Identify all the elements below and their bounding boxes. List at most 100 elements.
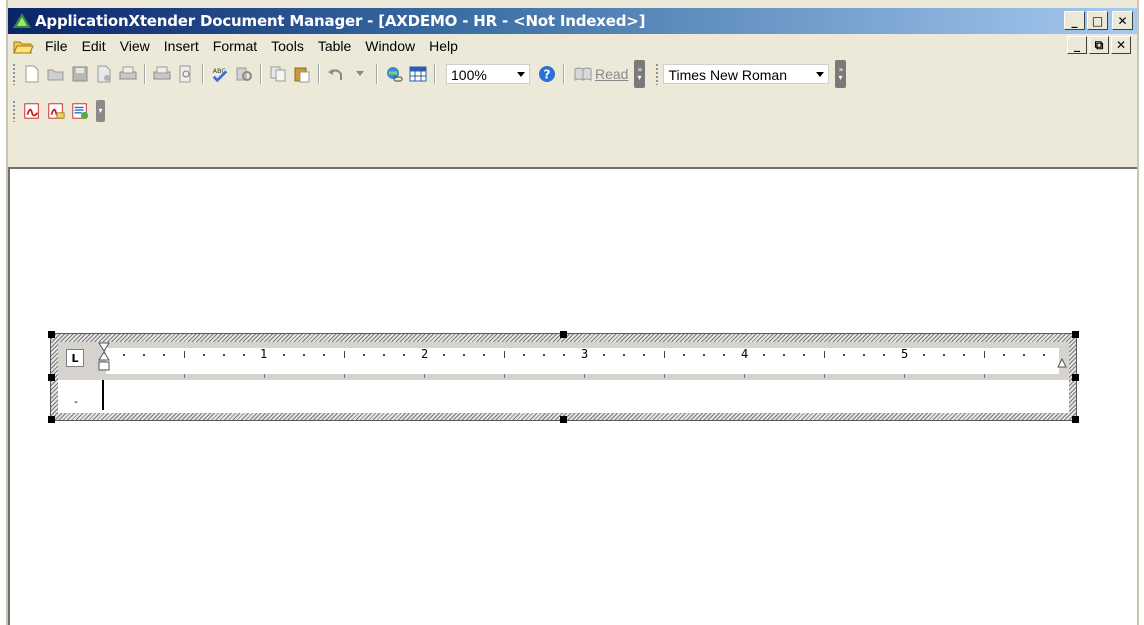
research-icon[interactable] bbox=[235, 65, 253, 83]
pdf-toolbar: ▾ bbox=[8, 95, 158, 127]
resize-handle[interactable] bbox=[560, 331, 567, 338]
ruler-half-tick bbox=[184, 351, 185, 358]
menu-format[interactable]: Format bbox=[206, 35, 264, 57]
ruler-half-tick bbox=[824, 351, 825, 358]
resize-handle[interactable] bbox=[48, 416, 55, 423]
ruler-dot bbox=[843, 354, 845, 356]
menu-tools[interactable]: Tools bbox=[264, 35, 311, 57]
undo-icon[interactable] bbox=[327, 65, 345, 83]
convert-to-pdf-email-icon[interactable] bbox=[47, 102, 65, 120]
toolbar-grip[interactable] bbox=[12, 100, 16, 122]
doc-restore-button[interactable]: ⧉ bbox=[1089, 36, 1109, 54]
indent-marker-icon[interactable] bbox=[98, 342, 110, 378]
new-document-icon[interactable] bbox=[23, 65, 41, 83]
convert-to-pdf-icon[interactable] bbox=[23, 102, 41, 120]
save-icon[interactable] bbox=[71, 65, 89, 83]
paste-icon[interactable] bbox=[293, 65, 311, 83]
ruler-half-tick bbox=[664, 351, 665, 358]
title-bar[interactable]: ApplicationXtender Document Manager - [A… bbox=[8, 8, 1137, 34]
menu-file[interactable]: File bbox=[38, 35, 75, 57]
toolbar-grip[interactable] bbox=[655, 63, 660, 85]
spelling-icon[interactable]: ABC bbox=[211, 65, 229, 83]
ruler-dot bbox=[1023, 354, 1025, 356]
resize-handle[interactable] bbox=[1072, 331, 1079, 338]
ruler-number: 3 bbox=[581, 347, 589, 361]
ruler-dot bbox=[683, 354, 685, 356]
print-icon[interactable] bbox=[153, 65, 171, 83]
permission-icon[interactable] bbox=[95, 65, 113, 83]
resize-handle[interactable] bbox=[560, 416, 567, 423]
ruler-half-tick bbox=[504, 351, 505, 358]
ruler-dot bbox=[563, 354, 565, 356]
ruler-bottom-tick bbox=[184, 374, 185, 378]
print-setup-icon[interactable] bbox=[119, 65, 137, 83]
toolbar-separator bbox=[260, 64, 262, 84]
doc-minimize-button[interactable]: _ bbox=[1067, 36, 1087, 54]
ruler-bottom-tick bbox=[584, 374, 585, 378]
toolbar-separator bbox=[318, 64, 320, 84]
menu-help[interactable]: Help bbox=[422, 35, 465, 57]
minimize-button[interactable]: _ bbox=[1064, 11, 1085, 30]
ruler-bottom-tick bbox=[264, 374, 265, 378]
menu-view[interactable]: View bbox=[113, 35, 157, 57]
ruler-dot bbox=[963, 354, 965, 356]
resize-handle[interactable] bbox=[48, 331, 55, 338]
tab-selector-button[interactable]: L bbox=[66, 349, 84, 367]
resize-handle[interactable] bbox=[1072, 416, 1079, 423]
resize-handle[interactable] bbox=[48, 374, 55, 381]
ruler-dot bbox=[523, 354, 525, 356]
ruler-half-tick bbox=[984, 351, 985, 358]
document-window-controls: _ ⧉ ✕ bbox=[1067, 36, 1131, 54]
menu-table[interactable]: Table bbox=[311, 35, 358, 57]
ruler-dot bbox=[863, 354, 865, 356]
embedded-editor[interactable]: L 1 2 3 4 5 - bbox=[58, 342, 1069, 413]
ruler-dot bbox=[123, 354, 125, 356]
read-button[interactable]: Read bbox=[571, 65, 628, 83]
table-frame[interactable]: L 1 2 3 4 5 - bbox=[48, 331, 1079, 423]
toolbar-options-icon[interactable]: » ▾ bbox=[634, 60, 646, 88]
menu-bar: File Edit View Insert Format Tools Table… bbox=[8, 34, 1137, 58]
ruler-dot bbox=[803, 354, 805, 356]
toolbar-options-icon[interactable]: ▾ bbox=[96, 100, 105, 122]
menu-insert[interactable]: Insert bbox=[157, 35, 206, 57]
ruler-dot bbox=[943, 354, 945, 356]
app-logo-icon bbox=[13, 13, 31, 28]
help-icon[interactable]: ? bbox=[538, 65, 556, 83]
resize-handle[interactable] bbox=[1072, 374, 1079, 381]
ruler-dot bbox=[403, 354, 405, 356]
open-icon[interactable] bbox=[47, 65, 65, 83]
print-preview-icon[interactable] bbox=[177, 65, 195, 83]
ruler-bottom-tick bbox=[344, 374, 345, 378]
ruler-bottom-tick bbox=[744, 374, 745, 378]
toolbar-separator bbox=[434, 64, 436, 84]
undo-dropdown-icon[interactable] bbox=[351, 65, 369, 83]
menu-window[interactable]: Window bbox=[358, 35, 422, 57]
maximize-button[interactable]: □ bbox=[1087, 11, 1108, 30]
insert-table-icon[interactable] bbox=[409, 65, 427, 83]
ruler-dot bbox=[1003, 354, 1005, 356]
ruler-dot bbox=[1043, 354, 1045, 356]
ruler-dot bbox=[623, 354, 625, 356]
toolbar-options-icon[interactable]: » ▾ bbox=[835, 60, 847, 88]
document-area[interactable]: L 1 2 3 4 5 - bbox=[8, 167, 1137, 625]
open-folder-icon[interactable] bbox=[12, 37, 34, 55]
font-dropdown[interactable]: Times New Roman bbox=[663, 64, 830, 84]
ruler-bottom-tick bbox=[424, 374, 425, 378]
right-indent-marker-icon[interactable] bbox=[1057, 356, 1067, 368]
ruler-half-tick bbox=[344, 351, 345, 358]
ruler-dot bbox=[283, 354, 285, 356]
line-marker: - bbox=[74, 395, 78, 408]
chevron-down-icon bbox=[816, 72, 825, 77]
ruler-dot bbox=[143, 354, 145, 356]
horizontal-ruler[interactable]: L 1 2 3 4 5 bbox=[58, 342, 1069, 380]
toolbar-grip[interactable] bbox=[12, 63, 16, 85]
doc-close-button[interactable]: ✕ bbox=[1111, 36, 1131, 54]
hyperlink-icon[interactable] bbox=[385, 65, 403, 83]
ruler-dot bbox=[543, 354, 545, 356]
zoom-value: 100% bbox=[451, 67, 487, 83]
zoom-dropdown[interactable]: 100% bbox=[446, 64, 530, 84]
menu-edit[interactable]: Edit bbox=[75, 35, 113, 57]
close-button[interactable]: ✕ bbox=[1112, 11, 1133, 30]
convert-to-pdf-review-icon[interactable] bbox=[71, 102, 89, 120]
copy-icon[interactable] bbox=[269, 65, 287, 83]
